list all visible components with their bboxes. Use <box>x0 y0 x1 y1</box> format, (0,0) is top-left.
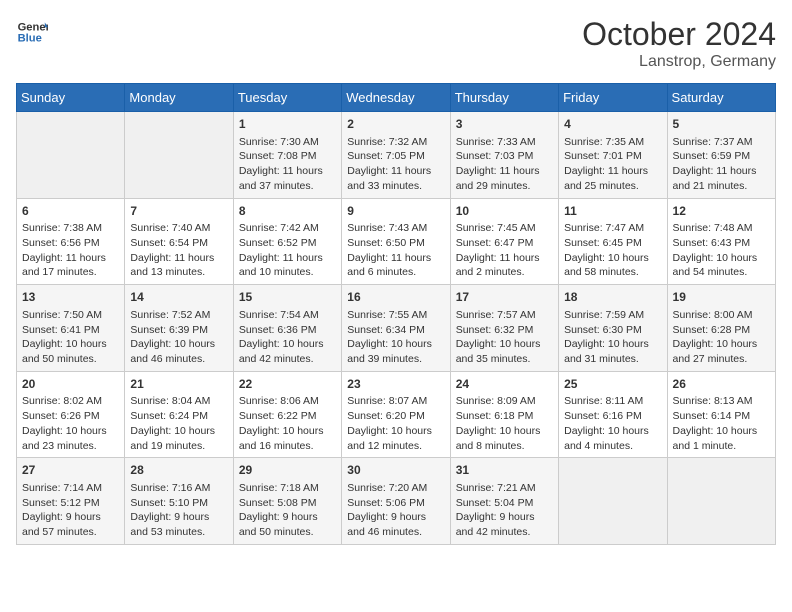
calendar-week-row: 27Sunrise: 7:14 AMSunset: 5:12 PMDayligh… <box>17 458 776 545</box>
calendar-cell: 15Sunrise: 7:54 AMSunset: 6:36 PMDayligh… <box>233 285 341 372</box>
day-number: 5 <box>673 116 770 133</box>
calendar-cell: 22Sunrise: 8:06 AMSunset: 6:22 PMDayligh… <box>233 371 341 458</box>
calendar-body: 1Sunrise: 7:30 AMSunset: 7:08 PMDaylight… <box>17 112 776 545</box>
calendar-cell: 12Sunrise: 7:48 AMSunset: 6:43 PMDayligh… <box>667 198 775 285</box>
calendar-week-row: 6Sunrise: 7:38 AMSunset: 6:56 PMDaylight… <box>17 198 776 285</box>
day-number: 9 <box>347 203 444 220</box>
calendar-cell: 9Sunrise: 7:43 AMSunset: 6:50 PMDaylight… <box>342 198 450 285</box>
day-number: 19 <box>673 289 770 306</box>
day-number: 26 <box>673 376 770 393</box>
page-header: General Blue October 2024 Lanstrop, Germ… <box>16 16 776 71</box>
calendar-table: SundayMondayTuesdayWednesdayThursdayFrid… <box>16 83 776 545</box>
weekday-header-cell: Wednesday <box>342 84 450 112</box>
calendar-cell <box>559 458 667 545</box>
calendar-cell: 30Sunrise: 7:20 AMSunset: 5:06 PMDayligh… <box>342 458 450 545</box>
day-number: 28 <box>130 462 227 479</box>
calendar-cell: 6Sunrise: 7:38 AMSunset: 6:56 PMDaylight… <box>17 198 125 285</box>
calendar-cell: 27Sunrise: 7:14 AMSunset: 5:12 PMDayligh… <box>17 458 125 545</box>
calendar-week-row: 1Sunrise: 7:30 AMSunset: 7:08 PMDaylight… <box>17 112 776 199</box>
calendar-cell: 25Sunrise: 8:11 AMSunset: 6:16 PMDayligh… <box>559 371 667 458</box>
day-number: 18 <box>564 289 661 306</box>
weekday-header-cell: Saturday <box>667 84 775 112</box>
calendar-week-row: 20Sunrise: 8:02 AMSunset: 6:26 PMDayligh… <box>17 371 776 458</box>
day-number: 15 <box>239 289 336 306</box>
calendar-cell: 4Sunrise: 7:35 AMSunset: 7:01 PMDaylight… <box>559 112 667 199</box>
day-number: 23 <box>347 376 444 393</box>
month-title: October 2024 <box>582 16 776 53</box>
weekday-header-cell: Monday <box>125 84 233 112</box>
weekday-header-cell: Sunday <box>17 84 125 112</box>
location: Lanstrop, Germany <box>582 53 776 71</box>
weekday-header-cell: Thursday <box>450 84 558 112</box>
day-number: 1 <box>239 116 336 133</box>
day-number: 31 <box>456 462 553 479</box>
calendar-cell <box>667 458 775 545</box>
calendar-cell: 31Sunrise: 7:21 AMSunset: 5:04 PMDayligh… <box>450 458 558 545</box>
svg-text:Blue: Blue <box>18 33 42 45</box>
calendar-week-row: 13Sunrise: 7:50 AMSunset: 6:41 PMDayligh… <box>17 285 776 372</box>
calendar-cell <box>125 112 233 199</box>
day-number: 27 <box>22 462 119 479</box>
day-number: 7 <box>130 203 227 220</box>
calendar-cell <box>17 112 125 199</box>
calendar-cell: 8Sunrise: 7:42 AMSunset: 6:52 PMDaylight… <box>233 198 341 285</box>
calendar-cell: 2Sunrise: 7:32 AMSunset: 7:05 PMDaylight… <box>342 112 450 199</box>
svg-text:General: General <box>18 21 48 33</box>
calendar-cell: 19Sunrise: 8:00 AMSunset: 6:28 PMDayligh… <box>667 285 775 372</box>
day-number: 16 <box>347 289 444 306</box>
calendar-cell: 7Sunrise: 7:40 AMSunset: 6:54 PMDaylight… <box>125 198 233 285</box>
calendar-cell: 26Sunrise: 8:13 AMSunset: 6:14 PMDayligh… <box>667 371 775 458</box>
day-number: 24 <box>456 376 553 393</box>
day-number: 11 <box>564 203 661 220</box>
logo: General Blue <box>16 16 48 48</box>
day-number: 29 <box>239 462 336 479</box>
weekday-header-cell: Tuesday <box>233 84 341 112</box>
day-number: 20 <box>22 376 119 393</box>
calendar-cell: 3Sunrise: 7:33 AMSunset: 7:03 PMDaylight… <box>450 112 558 199</box>
calendar-cell: 29Sunrise: 7:18 AMSunset: 5:08 PMDayligh… <box>233 458 341 545</box>
calendar-cell: 1Sunrise: 7:30 AMSunset: 7:08 PMDaylight… <box>233 112 341 199</box>
calendar-cell: 21Sunrise: 8:04 AMSunset: 6:24 PMDayligh… <box>125 371 233 458</box>
calendar-cell: 17Sunrise: 7:57 AMSunset: 6:32 PMDayligh… <box>450 285 558 372</box>
day-number: 8 <box>239 203 336 220</box>
calendar-cell: 14Sunrise: 7:52 AMSunset: 6:39 PMDayligh… <box>125 285 233 372</box>
day-number: 3 <box>456 116 553 133</box>
calendar-cell: 23Sunrise: 8:07 AMSunset: 6:20 PMDayligh… <box>342 371 450 458</box>
calendar-cell: 20Sunrise: 8:02 AMSunset: 6:26 PMDayligh… <box>17 371 125 458</box>
day-number: 2 <box>347 116 444 133</box>
logo-icon: General Blue <box>16 16 48 48</box>
day-number: 14 <box>130 289 227 306</box>
calendar-cell: 10Sunrise: 7:45 AMSunset: 6:47 PMDayligh… <box>450 198 558 285</box>
weekday-header-row: SundayMondayTuesdayWednesdayThursdayFrid… <box>17 84 776 112</box>
calendar-cell: 16Sunrise: 7:55 AMSunset: 6:34 PMDayligh… <box>342 285 450 372</box>
day-number: 10 <box>456 203 553 220</box>
calendar-cell: 18Sunrise: 7:59 AMSunset: 6:30 PMDayligh… <box>559 285 667 372</box>
calendar-cell: 24Sunrise: 8:09 AMSunset: 6:18 PMDayligh… <box>450 371 558 458</box>
calendar-cell: 28Sunrise: 7:16 AMSunset: 5:10 PMDayligh… <box>125 458 233 545</box>
day-number: 12 <box>673 203 770 220</box>
title-block: October 2024 Lanstrop, Germany <box>582 16 776 71</box>
day-number: 6 <box>22 203 119 220</box>
day-number: 13 <box>22 289 119 306</box>
day-number: 25 <box>564 376 661 393</box>
day-number: 4 <box>564 116 661 133</box>
weekday-header-cell: Friday <box>559 84 667 112</box>
calendar-cell: 11Sunrise: 7:47 AMSunset: 6:45 PMDayligh… <box>559 198 667 285</box>
calendar-cell: 5Sunrise: 7:37 AMSunset: 6:59 PMDaylight… <box>667 112 775 199</box>
day-number: 22 <box>239 376 336 393</box>
day-number: 17 <box>456 289 553 306</box>
day-number: 21 <box>130 376 227 393</box>
calendar-cell: 13Sunrise: 7:50 AMSunset: 6:41 PMDayligh… <box>17 285 125 372</box>
day-number: 30 <box>347 462 444 479</box>
